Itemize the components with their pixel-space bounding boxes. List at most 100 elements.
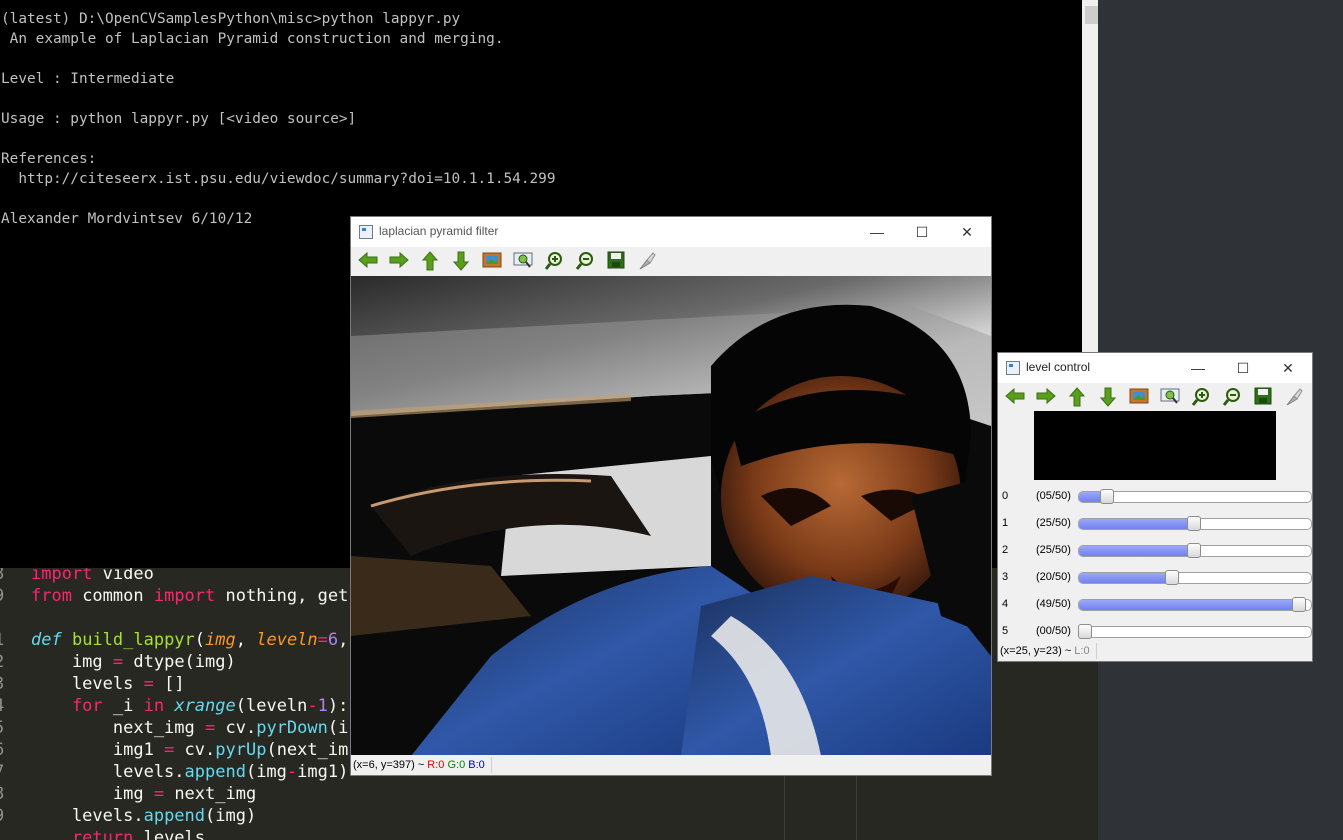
slider-track[interactable] bbox=[1078, 599, 1312, 611]
console-line: References: bbox=[1, 151, 97, 167]
slider-value: (49/50) bbox=[1036, 598, 1071, 610]
slider-index: 3 bbox=[1002, 571, 1009, 583]
slider-track[interactable] bbox=[1078, 626, 1312, 638]
webcam-image bbox=[351, 276, 991, 756]
slider-index: 1 bbox=[1002, 517, 1009, 529]
arrow-left-icon[interactable] bbox=[1002, 383, 1028, 411]
slider-row: 0 (05/50) bbox=[998, 485, 1312, 512]
slider-handle[interactable] bbox=[1187, 543, 1201, 558]
slider-index: 4 bbox=[1002, 598, 1009, 610]
filter-window-titlebar[interactable]: laplacian pyramid filter — ☐ ✕ bbox=[351, 217, 991, 247]
console-output: (latest) D:\OpenCVSamplesPython\misc>pyt… bbox=[0, 0, 1082, 229]
arrow-up-icon[interactable] bbox=[417, 247, 443, 275]
slider-fill bbox=[1079, 519, 1195, 529]
slider-row: 3 (20/50) bbox=[998, 566, 1312, 593]
properties-icon[interactable] bbox=[1281, 383, 1307, 411]
maximize-button[interactable]: ☐ bbox=[900, 217, 944, 247]
minimize-button[interactable]: — bbox=[1176, 353, 1220, 383]
console-line: Level : Intermediate bbox=[1, 71, 175, 87]
slider-index: 5 bbox=[1002, 625, 1009, 637]
status-bar: (x=6, y=397) ~ R:0 G:0 B:0 bbox=[351, 755, 991, 775]
line-number: 7 bbox=[0, 761, 31, 783]
image-icon[interactable] bbox=[1126, 383, 1152, 411]
line-number: 8 bbox=[0, 783, 31, 805]
line-number: 6 bbox=[0, 739, 31, 761]
console-line: An example of Laplacian Pyramid construc… bbox=[1, 31, 504, 47]
arrow-down-icon[interactable] bbox=[1095, 383, 1121, 411]
properties-icon[interactable] bbox=[634, 247, 660, 275]
filter-window[interactable]: laplacian pyramid filter — ☐ ✕ (x=6, y=3… bbox=[350, 216, 992, 776]
scrollbar-thumb[interactable] bbox=[1085, 6, 1098, 24]
close-button[interactable]: ✕ bbox=[945, 217, 989, 247]
status-blue: B:0 bbox=[468, 759, 485, 771]
status-coords: (x=25, y=23) ~ bbox=[1000, 645, 1075, 657]
line-number: 9 bbox=[0, 805, 31, 827]
status-separator bbox=[1096, 643, 1097, 659]
window-icon bbox=[359, 225, 373, 239]
zoom-out-icon[interactable] bbox=[572, 247, 598, 275]
video-frame[interactable] bbox=[351, 276, 991, 756]
slider-value: (05/50) bbox=[1036, 490, 1071, 502]
line-number: 4 bbox=[0, 695, 31, 717]
console-line: http://citeseerx.ist.psu.edu/viewdoc/sum… bbox=[1, 171, 556, 187]
status-bar: (x=25, y=23) ~ L:0 bbox=[998, 641, 1312, 661]
slider-fill bbox=[1079, 600, 1300, 610]
line-number: 1 bbox=[0, 629, 31, 651]
arrow-left-icon[interactable] bbox=[355, 247, 381, 275]
line-number: 3 bbox=[0, 673, 31, 695]
arrow-right-icon[interactable] bbox=[386, 247, 412, 275]
slider-fill bbox=[1079, 546, 1195, 556]
level-image bbox=[1034, 411, 1276, 480]
zoom-in-icon[interactable] bbox=[541, 247, 567, 275]
image-icon[interactable] bbox=[479, 247, 505, 275]
arrow-down-icon[interactable] bbox=[448, 247, 474, 275]
console-line: (latest) D:\OpenCVSamplesPython\misc>pyt… bbox=[1, 11, 461, 27]
save-icon[interactable] bbox=[1250, 383, 1276, 411]
window-icon bbox=[1006, 361, 1020, 375]
slider-value: (25/50) bbox=[1036, 517, 1071, 529]
slider-row: 2 (25/50) bbox=[998, 539, 1312, 566]
slider-row: 4 (49/50) bbox=[998, 593, 1312, 620]
level-toolbar bbox=[998, 383, 1312, 413]
zoom-fit-icon[interactable] bbox=[1157, 383, 1183, 411]
zoom-in-icon[interactable] bbox=[1188, 383, 1214, 411]
console-line: Usage : python lappyr.py [<video source>… bbox=[1, 111, 357, 127]
slider-handle[interactable] bbox=[1165, 570, 1179, 585]
window-title: laplacian pyramid filter bbox=[379, 224, 499, 238]
slider-handle[interactable] bbox=[1292, 597, 1306, 612]
slider-handle[interactable] bbox=[1100, 489, 1114, 504]
level-control-window[interactable]: level control — ☐ ✕ 0 (05/50) 1 (25/50) bbox=[997, 352, 1313, 662]
level-window-titlebar[interactable]: level control — ☐ ✕ bbox=[998, 353, 1312, 383]
slider-index: 2 bbox=[1002, 544, 1009, 556]
filter-toolbar bbox=[351, 247, 991, 277]
save-icon[interactable] bbox=[603, 247, 629, 275]
status-level: L:0 bbox=[1074, 645, 1090, 657]
maximize-button[interactable]: ☐ bbox=[1221, 353, 1265, 383]
slider-value: (25/50) bbox=[1036, 544, 1071, 556]
zoom-out-icon[interactable] bbox=[1219, 383, 1245, 411]
line-number: 5 bbox=[0, 717, 31, 739]
slider-handle[interactable] bbox=[1187, 516, 1201, 531]
slider-handle[interactable] bbox=[1078, 624, 1092, 639]
slider-index: 0 bbox=[1002, 490, 1009, 502]
status-green: G:0 bbox=[447, 759, 466, 771]
slider-value: (20/50) bbox=[1036, 571, 1071, 583]
line-number: 2 bbox=[0, 651, 31, 673]
close-button[interactable]: ✕ bbox=[1266, 353, 1310, 383]
slider-value: (00/50) bbox=[1036, 625, 1071, 637]
status-separator bbox=[491, 757, 492, 773]
console-line: Alexander Mordvintsev 6/10/12 bbox=[1, 211, 253, 227]
arrow-up-icon[interactable] bbox=[1064, 383, 1090, 411]
slider-track[interactable] bbox=[1078, 572, 1312, 584]
line-number: 9 bbox=[0, 585, 31, 607]
slider-row: 1 (25/50) bbox=[998, 512, 1312, 539]
arrow-right-icon[interactable] bbox=[1033, 383, 1059, 411]
window-title: level control bbox=[1026, 360, 1091, 374]
status-red: R:0 bbox=[427, 759, 445, 771]
minimize-button[interactable]: — bbox=[855, 217, 899, 247]
zoom-fit-icon[interactable] bbox=[510, 247, 536, 275]
status-coords: (x=6, y=397) ~ bbox=[353, 759, 428, 771]
line-number: 8 bbox=[0, 568, 31, 585]
slider-fill bbox=[1079, 573, 1173, 583]
code-text: 8import video 9from common import nothin… bbox=[0, 568, 348, 840]
